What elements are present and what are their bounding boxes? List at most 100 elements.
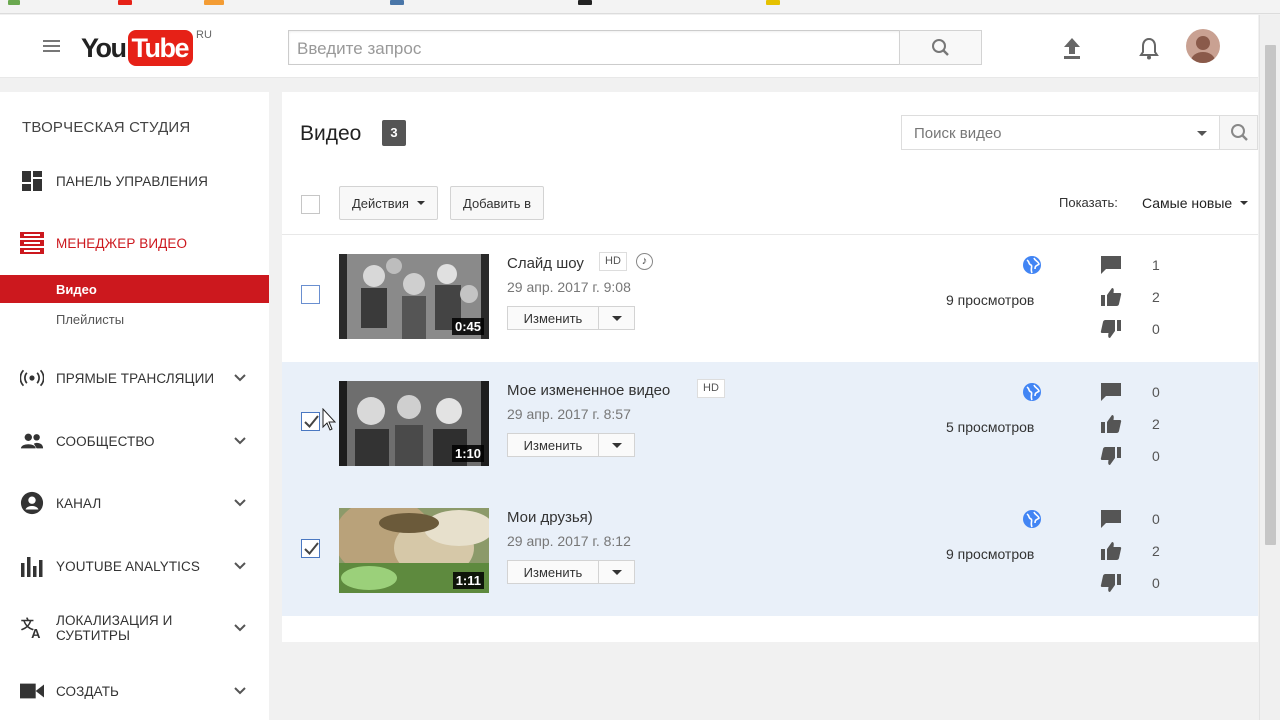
bookmark-favicon[interactable] xyxy=(390,0,404,5)
music-note-icon: ♪ xyxy=(636,253,653,270)
page-scrollbar[interactable] xyxy=(1259,15,1280,720)
bookmark-favicon[interactable] xyxy=(578,0,592,5)
public-globe-icon[interactable] xyxy=(1022,255,1042,275)
chevron-down-icon[interactable] xyxy=(233,621,247,635)
actions-label: Действия xyxy=(352,195,409,211)
public-globe-icon[interactable] xyxy=(1022,382,1042,402)
video-search-input[interactable]: Поиск видео xyxy=(901,115,1219,150)
view-count: 5 просмотров xyxy=(946,419,1035,435)
view-count: 9 просмотров xyxy=(946,546,1035,562)
video-title-link[interactable]: Мои друзья) xyxy=(507,509,593,526)
row-checkbox[interactable] xyxy=(301,285,320,304)
dislike-icon xyxy=(1100,447,1121,465)
sidebar-item-channel[interactable]: КАНАЛ xyxy=(0,483,269,523)
sidebar-item-label: ПАНЕЛЬ УПРАВЛЕНИЯ xyxy=(56,173,208,189)
like-count: 2 xyxy=(1152,416,1160,432)
sidebar-item-dashboard[interactable]: ПАНЕЛЬ УПРАВЛЕНИЯ xyxy=(0,161,269,201)
live-icon xyxy=(20,366,44,390)
video-duration: 1:10 xyxy=(451,445,484,462)
sidebar-item-label: YOUTUBE ANALYTICS xyxy=(56,558,200,574)
sidebar-subitem-label: Видео xyxy=(56,282,97,297)
bookmark-favicon[interactable] xyxy=(118,0,132,5)
chevron-down-icon[interactable] xyxy=(233,559,247,573)
add-to-button[interactable]: Добавить в xyxy=(450,186,544,220)
actions-button[interactable]: Действия xyxy=(339,186,438,220)
account-avatar[interactable] xyxy=(1186,29,1220,63)
edit-button[interactable]: Изменить xyxy=(507,560,599,584)
dashboard-icon xyxy=(20,169,44,193)
caret-down-icon xyxy=(1240,201,1249,205)
chevron-down-icon[interactable] xyxy=(233,434,247,448)
like-count: 2 xyxy=(1152,543,1160,559)
video-date: 29 апр. 2017 г. 8:12 xyxy=(507,533,631,549)
sidebar-item-translations[interactable]: 文A ЛОКАЛИЗАЦИЯ И СУБТИТРЫ xyxy=(0,608,269,648)
video-title-link[interactable]: Слайд шоу xyxy=(507,255,584,272)
sidebar-item-label: СОЗДАТЬ xyxy=(56,683,120,699)
search-input[interactable]: Введите запрос xyxy=(288,30,900,65)
edit-dropdown-button[interactable] xyxy=(598,560,635,584)
sidebar-item-community[interactable]: СООБЩЕСТВО xyxy=(0,421,269,461)
notifications-bell-icon[interactable] xyxy=(1138,35,1160,61)
like-icon xyxy=(1101,542,1122,560)
bookmark-favicon[interactable] xyxy=(766,0,780,5)
view-count: 9 просмотров xyxy=(946,292,1035,308)
analytics-icon xyxy=(20,554,44,578)
like-icon xyxy=(1101,288,1122,306)
table-row: 1:11 Мои друзья) 29 апр. 2017 г. 8:12 Из… xyxy=(282,489,1258,616)
edit-button[interactable]: Изменить xyxy=(507,433,599,457)
sidebar-item-analytics[interactable]: YOUTUBE ANALYTICS xyxy=(0,546,269,586)
edit-dropdown-button[interactable] xyxy=(598,306,635,330)
video-date: 29 апр. 2017 г. 9:08 xyxy=(507,279,631,295)
chevron-down-icon[interactable] xyxy=(233,371,247,385)
bookmark-favicon[interactable] xyxy=(204,0,224,5)
youtube-logo[interactable]: You Tube RU xyxy=(81,29,212,66)
like-icon xyxy=(1101,415,1122,433)
search-filter-caret-icon[interactable] xyxy=(1197,131,1207,136)
logo-region: RU xyxy=(196,29,212,41)
sidebar-item-video-manager[interactable]: МЕНЕДЖЕР ВИДЕО xyxy=(0,223,269,263)
sidebar-item-live[interactable]: ПРЯМЫЕ ТРАНСЛЯЦИИ xyxy=(0,358,269,398)
mouse-cursor-icon xyxy=(322,408,336,431)
upload-icon[interactable] xyxy=(1061,35,1083,61)
comment-count: 0 xyxy=(1152,384,1160,400)
video-manager-panel: Видео 3 Поиск видео Действия Добавить в … xyxy=(282,92,1258,642)
row-checkbox[interactable] xyxy=(301,412,320,431)
studio-sidebar: ТВОРЧЕСКАЯ СТУДИЯ ПАНЕЛЬ УПРАВЛЕНИЯ МЕНЕ… xyxy=(0,92,269,720)
scrollbar-thumb[interactable] xyxy=(1265,45,1276,545)
hamburger-menu-icon[interactable] xyxy=(43,40,60,52)
sort-select[interactable]: Самые новые xyxy=(1142,195,1249,211)
community-icon xyxy=(20,429,44,453)
chevron-down-icon[interactable] xyxy=(233,496,247,510)
comment-count: 1 xyxy=(1152,257,1160,273)
video-thumbnail[interactable]: 0:45 xyxy=(339,254,489,339)
hd-badge: HD xyxy=(697,379,725,398)
video-search-button[interactable] xyxy=(1219,115,1258,150)
video-duration: 0:45 xyxy=(451,318,484,335)
edit-button[interactable]: Изменить xyxy=(507,306,599,330)
comment-icon xyxy=(1101,383,1121,401)
search-icon xyxy=(1231,124,1248,141)
sidebar-item-create[interactable]: СОЗДАТЬ xyxy=(0,671,269,711)
logo-tube: Tube xyxy=(127,30,193,66)
video-thumbnail[interactable]: 1:11 xyxy=(339,508,489,593)
public-globe-icon[interactable] xyxy=(1022,509,1042,529)
video-duration: 1:11 xyxy=(452,572,484,589)
hd-badge: HD xyxy=(599,252,627,271)
video-thumbnail[interactable]: 1:10 xyxy=(339,381,489,466)
bookmark-favicon[interactable] xyxy=(8,0,20,5)
sidebar-item-label: МЕНЕДЖЕР ВИДЕО xyxy=(56,235,188,251)
row-checkbox[interactable] xyxy=(301,539,320,558)
sidebar-subitem-videos[interactable]: Видео xyxy=(0,275,269,303)
select-all-checkbox[interactable] xyxy=(301,195,320,214)
dislike-icon xyxy=(1100,574,1121,592)
search-button[interactable] xyxy=(899,30,982,65)
comment-icon xyxy=(1101,256,1121,274)
video-title-link[interactable]: Мое измененное видео xyxy=(507,382,670,399)
edit-dropdown-button[interactable] xyxy=(598,433,635,457)
chevron-down-icon[interactable] xyxy=(233,684,247,698)
sidebar-item-label: ЛОКАЛИЗАЦИЯ И СУБТИТРЫ xyxy=(56,613,173,643)
sidebar-subitem-playlists[interactable]: Плейлисты xyxy=(0,305,269,333)
checkmark-icon xyxy=(304,542,319,555)
search-icon xyxy=(932,39,949,56)
svg-text:A: A xyxy=(31,626,40,641)
